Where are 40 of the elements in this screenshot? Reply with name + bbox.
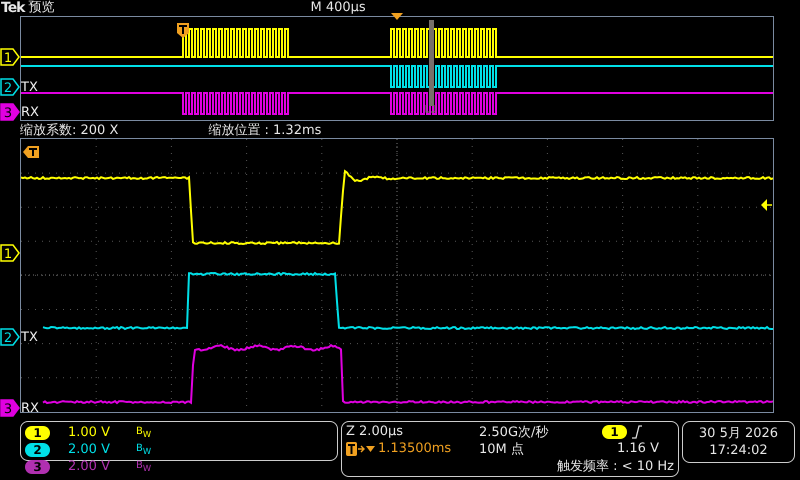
bandwidth-limit-label: B$_{W}$	[136, 460, 152, 472]
zoom-position-label: 缩放位置 : 1.32ms	[208, 122, 322, 138]
channel-marker[interactable]: 2	[0, 328, 20, 346]
mode-label: 预览	[28, 0, 54, 16]
channel-badge[interactable]: 1	[25, 426, 50, 440]
trigger-icon	[177, 23, 189, 38]
record-length-label: 10M 点	[479, 440, 525, 458]
channel-label: TX	[21, 330, 38, 344]
trigger-level-icon	[761, 199, 772, 211]
brand-label: Tek	[1, 0, 24, 16]
trigger-source-badge[interactable]: 1	[602, 424, 627, 438]
time-label: 17:24:02	[709, 442, 768, 459]
channel-scale: 1.00 V	[68, 425, 111, 440]
trigger-level-label: 1.16 V	[616, 441, 660, 456]
rising-edge-icon	[631, 424, 643, 438]
channel-marker[interactable]: 1	[0, 244, 20, 262]
channel-marker[interactable]: 1	[0, 48, 20, 66]
channel-label: RX	[21, 400, 39, 416]
channel-badge[interactable]: 2	[25, 442, 50, 456]
date-label: 30 5月 2026	[698, 425, 778, 442]
sample-rate-label: 2.50G次/秒	[479, 424, 550, 440]
trigger-frequency-label: 触发频率 : < 10 Hz	[557, 458, 674, 474]
zoom-factor-label: 缩放系数: 200 X	[20, 122, 118, 138]
channel-label: TX	[21, 80, 38, 94]
timebase-label: M 400μs	[310, 0, 366, 16]
channel-marker[interactable]: 3	[0, 103, 20, 121]
trigger-offset-icon	[346, 440, 376, 456]
bandwidth-limit-label: B$_{W}$	[136, 444, 152, 456]
channel-label: RX	[21, 104, 39, 120]
trigger-position-label: 1.13500ms	[378, 441, 452, 456]
channel-marker[interactable]: 3	[0, 399, 20, 417]
channel-badge[interactable]: 3	[25, 460, 50, 474]
trigger-icon	[23, 146, 39, 158]
zoom-window-marker[interactable]	[426, 20, 436, 112]
channel-marker[interactable]: 2	[0, 78, 20, 96]
trigger-position-icon	[391, 13, 403, 20]
bandwidth-limit-label: B$_{W}$	[136, 426, 152, 438]
channel-scale: 2.00 V	[68, 442, 111, 457]
channel-scale: 2.00 V	[68, 459, 111, 474]
zoom-scale-label: Z 2.00μs	[346, 424, 404, 439]
